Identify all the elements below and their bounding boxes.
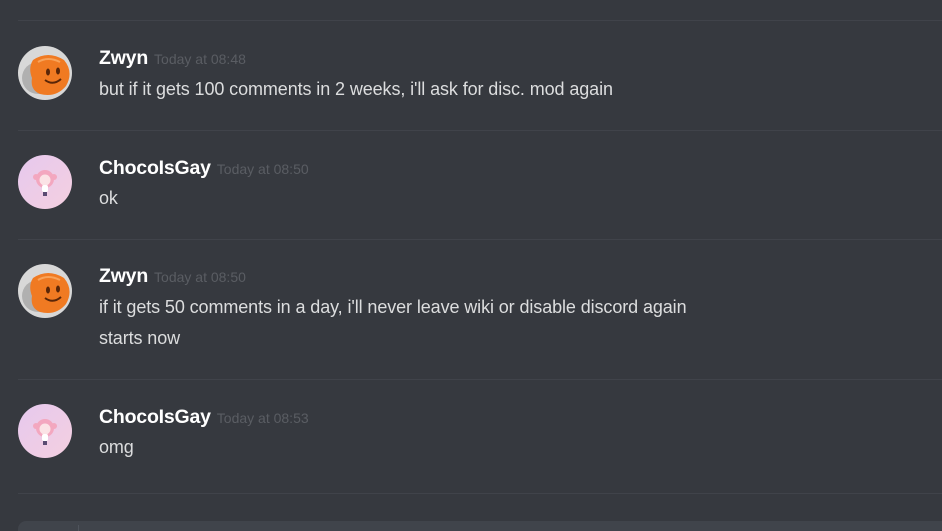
message-timestamp: Today at 08:53	[216, 410, 309, 426]
message-text: ok	[99, 188, 118, 208]
orange-blob-avatar-icon	[18, 46, 72, 100]
message-text: omg	[99, 437, 134, 457]
message-timestamp: Today at 08:48	[154, 51, 246, 67]
message-input-bar[interactable]	[18, 521, 942, 531]
message-divider	[18, 20, 942, 21]
author-name[interactable]: ChocoIsGay	[99, 406, 211, 428]
message-divider	[18, 493, 942, 494]
message-timestamp: Today at 08:50	[154, 269, 246, 285]
message-text: starts now	[99, 328, 181, 348]
message-header: ChocoIsGay Today at 08:50	[99, 157, 309, 180]
avatar-zwyn[interactable]	[18, 264, 72, 318]
message-divider	[18, 130, 942, 131]
message-divider	[18, 239, 942, 240]
author-name[interactable]: Zwyn	[99, 265, 148, 287]
message-text: if it gets 50 comments in a day, i'll ne…	[99, 297, 687, 317]
avatar-zwyn[interactable]	[18, 46, 72, 100]
avatar-chocoisgay[interactable]	[18, 404, 72, 458]
message-header: ChocoIsGay Today at 08:53	[99, 406, 309, 429]
anime-girl-avatar-icon	[18, 155, 72, 209]
chat-messages-pane: Zwyn Today at 08:48 but if it gets 100 co…	[0, 0, 942, 531]
author-name[interactable]: Zwyn	[99, 47, 148, 69]
input-divider	[78, 525, 79, 531]
message-divider	[18, 379, 942, 380]
author-name[interactable]: ChocoIsGay	[99, 157, 211, 179]
orange-blob-avatar-icon	[18, 264, 72, 318]
message-timestamp: Today at 08:50	[216, 161, 309, 177]
avatar-chocoisgay[interactable]	[18, 155, 72, 209]
anime-girl-avatar-icon	[18, 404, 72, 458]
message-header: Zwyn Today at 08:48	[99, 47, 246, 70]
message-text: but if it gets 100 comments in 2 weeks, …	[99, 79, 613, 99]
message-header: Zwyn Today at 08:50	[99, 265, 246, 288]
